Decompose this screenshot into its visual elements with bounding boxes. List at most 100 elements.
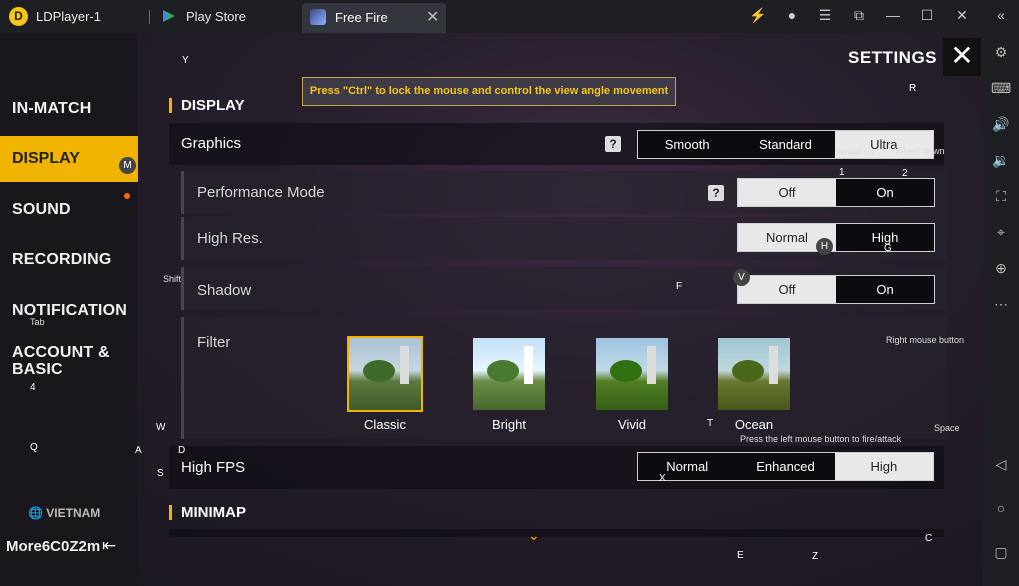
close-tab-icon[interactable]: ✕: [426, 7, 439, 27]
volume-down-icon[interactable]: 🔉: [991, 152, 1011, 169]
filter-label: Filter: [197, 334, 231, 351]
shadow-off[interactable]: Off: [738, 276, 836, 303]
tree-graphic: [732, 360, 764, 382]
account-icon[interactable]: ●: [783, 7, 801, 23]
nav-display[interactable]: DISPLAY: [0, 136, 138, 182]
emulator-sidebar: ⚙ ⌨ 🔊 🔉 ⛶ ⌖ ⊕ ⋯ ◁ ○ ▢: [983, 33, 1019, 586]
free-fire-icon: [310, 9, 326, 25]
performance-mode-selector: Off On: [737, 178, 935, 207]
key-h-badge: H: [816, 238, 833, 255]
graphics-row: Graphics ? Smooth Standard Ultra: [169, 123, 944, 165]
minimize-icon[interactable]: —: [884, 7, 902, 23]
key-tab: Tab: [30, 317, 45, 327]
minimap-row: [169, 529, 944, 537]
close-settings-button[interactable]: ✕: [943, 38, 981, 76]
tree-graphic: [487, 360, 519, 382]
performance-mode-row: Performance Mode ? Off On: [181, 171, 947, 214]
fps-enhanced[interactable]: Enhanced: [736, 453, 834, 480]
key-v-badge: V: [733, 269, 750, 286]
nav-recording[interactable]: RECORDING: [12, 251, 112, 269]
region-text: VIETNAM: [46, 506, 101, 520]
graphics-standard[interactable]: Standard: [736, 131, 834, 158]
more-icon[interactable]: ⋯: [991, 296, 1011, 313]
key-wheel-up: Wheel up: [836, 147, 875, 157]
tab-divider: [149, 10, 150, 24]
high-res-label: High Res.: [197, 230, 263, 247]
shadow-row: Shadow Off On: [181, 267, 947, 310]
filter-vivid-thumb[interactable]: [596, 338, 668, 410]
key-q: Q: [30, 442, 38, 453]
close-window-icon[interactable]: ✕: [953, 7, 971, 24]
volume-up-icon[interactable]: 🔊: [991, 116, 1011, 133]
keyboard-icon[interactable]: ⌨: [991, 80, 1011, 97]
filter-ocean-label: Ocean: [734, 417, 774, 432]
performance-off[interactable]: Off: [738, 179, 836, 206]
back-icon[interactable]: ◁: [991, 456, 1011, 473]
key-z: Z: [812, 551, 819, 562]
minimap-section-title: MINIMAP: [181, 504, 246, 521]
recent-apps-icon[interactable]: ▢: [991, 544, 1011, 561]
key-a: A: [135, 445, 142, 456]
maximize-icon[interactable]: ☐: [918, 7, 936, 24]
shadow-selector: Off On: [737, 275, 935, 304]
filter-ocean-thumb[interactable]: [718, 338, 790, 410]
tower-graphic: [769, 346, 778, 384]
key-f: F: [676, 281, 683, 292]
section-marker: [169, 98, 172, 113]
settings-gear-icon[interactable]: ⚙: [991, 44, 1011, 61]
display-section-title: DISPLAY: [181, 97, 245, 114]
fps-high[interactable]: High: [834, 453, 933, 480]
tree-graphic: [363, 360, 395, 382]
tab-play-store[interactable]: Play Store: [186, 9, 246, 24]
boost-icon[interactable]: ⚡: [749, 7, 767, 24]
tree-graphic: [610, 360, 642, 382]
key-y: Y: [182, 55, 189, 66]
performance-help-icon[interactable]: ?: [708, 185, 724, 201]
shadow-label: Shadow: [197, 282, 252, 299]
globe-icon: 🌐: [28, 506, 43, 520]
tower-graphic: [524, 346, 533, 384]
key-c: C: [925, 533, 933, 544]
high-fps-selector: Normal Enhanced High: [637, 452, 934, 481]
tower-graphic: [400, 346, 409, 384]
collapse-sidebar-icon[interactable]: «: [992, 7, 1010, 23]
key-m-badge: M: [119, 157, 136, 174]
key-4: 4: [30, 382, 36, 393]
key-space: Space: [934, 423, 960, 433]
key-r: R: [909, 83, 917, 94]
fullscreen-icon[interactable]: ⛶: [991, 188, 1011, 205]
section-marker: [169, 505, 172, 520]
nav-sound[interactable]: SOUND: [12, 201, 71, 219]
location-icon[interactable]: ⌖: [991, 224, 1011, 241]
nav-in-match[interactable]: IN-MATCH: [12, 100, 92, 118]
shadow-on[interactable]: On: [836, 276, 934, 303]
filter-classic-thumb[interactable]: [347, 336, 423, 412]
home-icon[interactable]: ○: [991, 500, 1011, 516]
key-d: D: [178, 445, 186, 456]
high-fps-label: High FPS: [181, 459, 246, 476]
add-instance-icon[interactable]: ⊕: [991, 260, 1011, 277]
logout-icon[interactable]: ⇤: [102, 536, 116, 556]
performance-on[interactable]: On: [836, 179, 934, 206]
graphics-label: Graphics: [181, 135, 242, 152]
title-bar: D LDPlayer-1 Play Store Free Fire ✕ ⚡ ● …: [0, 0, 1019, 33]
username: More6C0Z2m: [6, 538, 101, 555]
key-g: G: [884, 243, 892, 254]
key-e: E: [737, 550, 744, 561]
key-t: T: [707, 418, 714, 429]
scroll-down-chevron-icon[interactable]: ⌄: [528, 527, 540, 544]
graphics-help-icon[interactable]: ?: [605, 136, 621, 152]
filter-bright-thumb[interactable]: [473, 338, 545, 410]
nav-account-line1[interactable]: ACCOUNT &: [12, 344, 110, 362]
nav-account-line2[interactable]: BASIC: [12, 361, 63, 379]
key-x: X: [659, 473, 666, 484]
tower-graphic: [647, 346, 656, 384]
menu-icon[interactable]: ☰: [816, 7, 834, 24]
region-label: 🌐 VIETNAM: [28, 506, 100, 520]
key-shift: Shift: [163, 274, 182, 284]
tab-free-fire[interactable]: Free Fire ✕: [302, 3, 446, 33]
graphics-smooth[interactable]: Smooth: [638, 131, 736, 158]
fps-normal[interactable]: Normal: [638, 453, 736, 480]
page-title: SETTINGS: [848, 48, 938, 67]
screenshot-icon[interactable]: ⧉: [850, 7, 868, 24]
